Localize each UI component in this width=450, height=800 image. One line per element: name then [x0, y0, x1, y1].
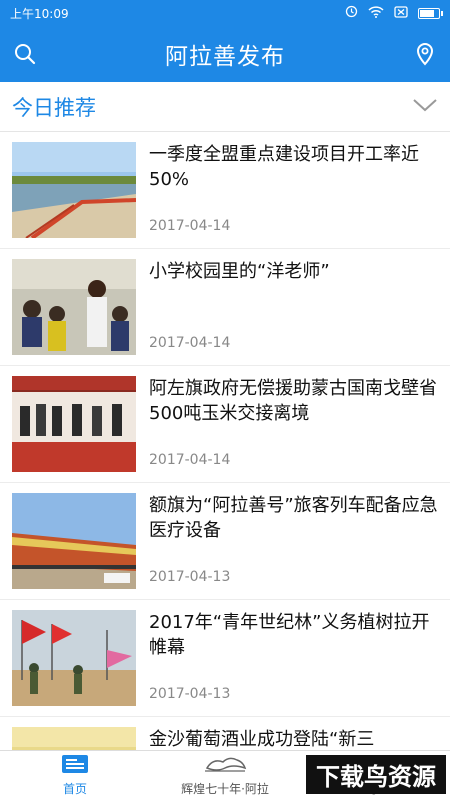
news-thumbnail-train — [12, 493, 136, 589]
news-text: 2017年“青年世纪林”义务植树拉开帷幕 2017-04-13 — [136, 610, 438, 706]
news-title: 一季度全盟重点建设项目开工率近50% — [149, 144, 419, 190]
news-text: 额旗为“阿拉善号”旅客列车配备应急医疗设备 2017-04-13 — [136, 493, 438, 589]
app-title: 阿拉善发布 — [165, 44, 285, 70]
battery-icon — [418, 7, 443, 19]
news-title: 2017年“青年世纪林”义务植树拉开帷幕 — [149, 612, 430, 658]
nav-glory-seventy[interactable]: 辉煌七十年·阿拉 — [150, 751, 300, 800]
nav-home-label: 首页 — [62, 782, 87, 796]
news-title: 阿左旗政府无偿援助蒙古国南戈壁省500吨玉米交接离境 — [149, 378, 437, 424]
section-title: 今日推荐 — [12, 95, 96, 120]
news-item[interactable]: 金沙葡萄酒业成功登陆“新三 — [0, 717, 450, 750]
battery-fill — [420, 9, 435, 17]
news-date: 2017-04-13 — [149, 686, 231, 702]
news-thumbnail-classroom — [12, 259, 136, 355]
nav-glory-label: 辉煌七十年·阿拉 — [181, 782, 269, 796]
status-icons — [345, 5, 443, 21]
news-thumbnail-winery — [12, 727, 136, 750]
watermark-logo: 下载鸟资源 — [306, 755, 446, 794]
news-text: 金沙葡萄酒业成功登陆“新三 — [136, 727, 438, 750]
news-list: 一季度全盟重点建设项目开工率近50% 2017-04-14 小学校园里的“洋老师… — [0, 132, 450, 750]
status-time: 上午10:09 — [10, 6, 69, 21]
news-date: 2017-04-14 — [149, 335, 231, 351]
news-date: 2017-04-14 — [149, 218, 231, 234]
section-header: 今日推荐 — [0, 82, 450, 132]
news-title: 金沙葡萄酒业成功登陆“新三 — [149, 729, 375, 750]
news-thumbnail-ceremony — [12, 376, 136, 472]
news-item[interactable]: 一季度全盟重点建设项目开工率近50% 2017-04-14 — [0, 132, 450, 249]
nav-home[interactable]: 首页 — [0, 751, 150, 800]
news-title: 额旗为“阿拉善号”旅客列车配备应急医疗设备 — [149, 495, 438, 541]
chevron-down-icon[interactable] — [412, 97, 438, 117]
news-item[interactable]: 小学校园里的“洋老师” 2017-04-14 — [0, 249, 450, 366]
horse-emblem-icon — [203, 754, 247, 777]
no-sim-icon — [394, 5, 408, 21]
home-news-icon — [61, 754, 89, 777]
status-bar: 上午10:09 — [0, 0, 450, 26]
news-text: 小学校园里的“洋老师” 2017-04-14 — [136, 259, 438, 355]
news-item[interactable]: 2017年“青年世纪林”义务植树拉开帷幕 2017-04-13 — [0, 600, 450, 717]
news-date: 2017-04-14 — [149, 452, 231, 468]
location-pin-icon[interactable] — [412, 41, 438, 67]
news-item[interactable]: 额旗为“阿拉善号”旅客列车配备应急医疗设备 2017-04-13 — [0, 483, 450, 600]
alarm-icon — [345, 5, 358, 21]
news-date: 2017-04-13 — [149, 569, 231, 585]
news-text: 阿左旗政府无偿援助蒙古国南戈壁省500吨玉米交接离境 2017-04-14 — [136, 376, 438, 472]
news-thumbnail-lakeside — [12, 142, 136, 238]
news-thumbnail-tree-planting — [12, 610, 136, 706]
news-title: 小学校园里的“洋老师” — [149, 261, 330, 282]
wifi-icon — [368, 5, 384, 21]
news-item[interactable]: 阿左旗政府无偿援助蒙古国南戈壁省500吨玉米交接离境 2017-04-14 — [0, 366, 450, 483]
news-text: 一季度全盟重点建设项目开工率近50% 2017-04-14 — [136, 142, 438, 238]
bottom-nav: 首页 辉煌七十年·阿拉 学 下载鸟资源 — [0, 750, 450, 800]
search-icon[interactable] — [12, 41, 38, 67]
app-bar: 阿拉善发布 — [0, 26, 450, 82]
